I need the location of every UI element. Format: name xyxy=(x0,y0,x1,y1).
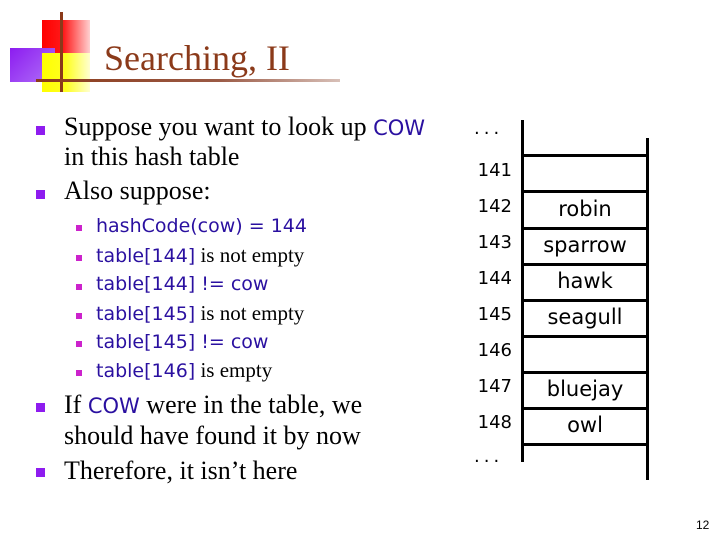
sub-bullet-icon xyxy=(76,370,82,376)
sub-bullet-text: is not empty xyxy=(195,243,305,267)
page-number: 12 xyxy=(696,518,710,532)
bullet-3-code: COW xyxy=(87,394,140,418)
logo-yellow-square xyxy=(42,53,90,92)
table-cell: bluejay xyxy=(546,377,624,401)
sub-bullet-4: table[145] is not empty xyxy=(96,300,304,327)
table-divider xyxy=(521,190,649,193)
table-divider xyxy=(521,407,649,410)
bullet-1-text: Suppose you want to look up xyxy=(64,112,374,141)
index-label: 148 xyxy=(477,412,512,433)
index-label: 146 xyxy=(477,340,512,361)
sub-bullet-5: table[145] != cow xyxy=(96,328,268,355)
bullet-3-text-post: were in the table, we xyxy=(139,390,363,419)
table-cell: hawk xyxy=(557,269,613,293)
sub-bullet-2: table[144] is not empty xyxy=(96,242,304,269)
bullet-3-line-1: If COW were in the table, we xyxy=(64,390,362,421)
sub-bullet-6: table[146] is empty xyxy=(96,357,272,384)
sub-bullet-icon xyxy=(76,225,82,231)
bullet-icon xyxy=(36,190,45,199)
sub-bullet-code: table[146] xyxy=(96,360,196,382)
index-label: 142 xyxy=(477,196,512,217)
bullet-icon xyxy=(36,126,45,135)
sub-bullet-code: table[145] != cow xyxy=(96,331,269,353)
bullet-1-line-1: Suppose you want to look up COW xyxy=(64,112,425,143)
table-divider xyxy=(521,371,649,374)
bullet-1-code: COW xyxy=(373,116,426,140)
bullet-1-line-2: in this hash table xyxy=(64,142,240,171)
sub-bullet-3: table[144] != cow xyxy=(96,270,268,297)
table-divider xyxy=(521,335,649,338)
sub-bullet-1: hashCode(cow) = 144 xyxy=(96,212,307,239)
table-divider xyxy=(521,154,649,157)
sub-bullet-icon xyxy=(76,284,82,290)
index-label: 143 xyxy=(477,232,512,253)
table-cell: sparrow xyxy=(543,233,627,257)
table-divider xyxy=(521,299,649,302)
sub-bullet-code: table[144] != cow xyxy=(96,273,269,295)
sub-bullet-text: is empty xyxy=(195,358,273,382)
ellipsis-top: ... xyxy=(474,118,504,139)
bullet-2-text: Also suppose: xyxy=(64,176,211,205)
index-label: 144 xyxy=(477,268,512,289)
table-cell: robin xyxy=(558,197,612,221)
bullet-icon xyxy=(36,468,45,477)
sub-bullet-text: is not empty xyxy=(195,301,305,325)
bullet-3-text: If xyxy=(64,390,88,419)
sub-bullet-code: table[145] xyxy=(96,303,196,325)
sub-bullet-code: hashCode(cow) = 144 xyxy=(96,215,307,237)
table-divider xyxy=(521,443,649,446)
index-label: 145 xyxy=(477,304,512,325)
table-divider xyxy=(521,263,649,266)
bullet-icon xyxy=(36,403,45,412)
sub-bullet-code: table[144] xyxy=(96,245,196,267)
table-cell: seagull xyxy=(547,305,623,329)
sub-bullet-icon xyxy=(76,313,82,319)
ellipsis-bottom: ... xyxy=(474,446,504,467)
table-cell: owl xyxy=(567,413,603,437)
bullet-4-text: Therefore, it isn’t here xyxy=(64,456,298,485)
slide-title: Searching, II xyxy=(104,38,290,78)
index-label: 147 xyxy=(477,376,512,397)
sub-bullet-icon xyxy=(76,341,82,347)
index-label: 141 xyxy=(477,160,512,181)
sub-bullet-icon xyxy=(76,255,82,261)
table-divider xyxy=(521,227,649,230)
bullet-3-line-2: should have found it by now xyxy=(64,421,361,450)
